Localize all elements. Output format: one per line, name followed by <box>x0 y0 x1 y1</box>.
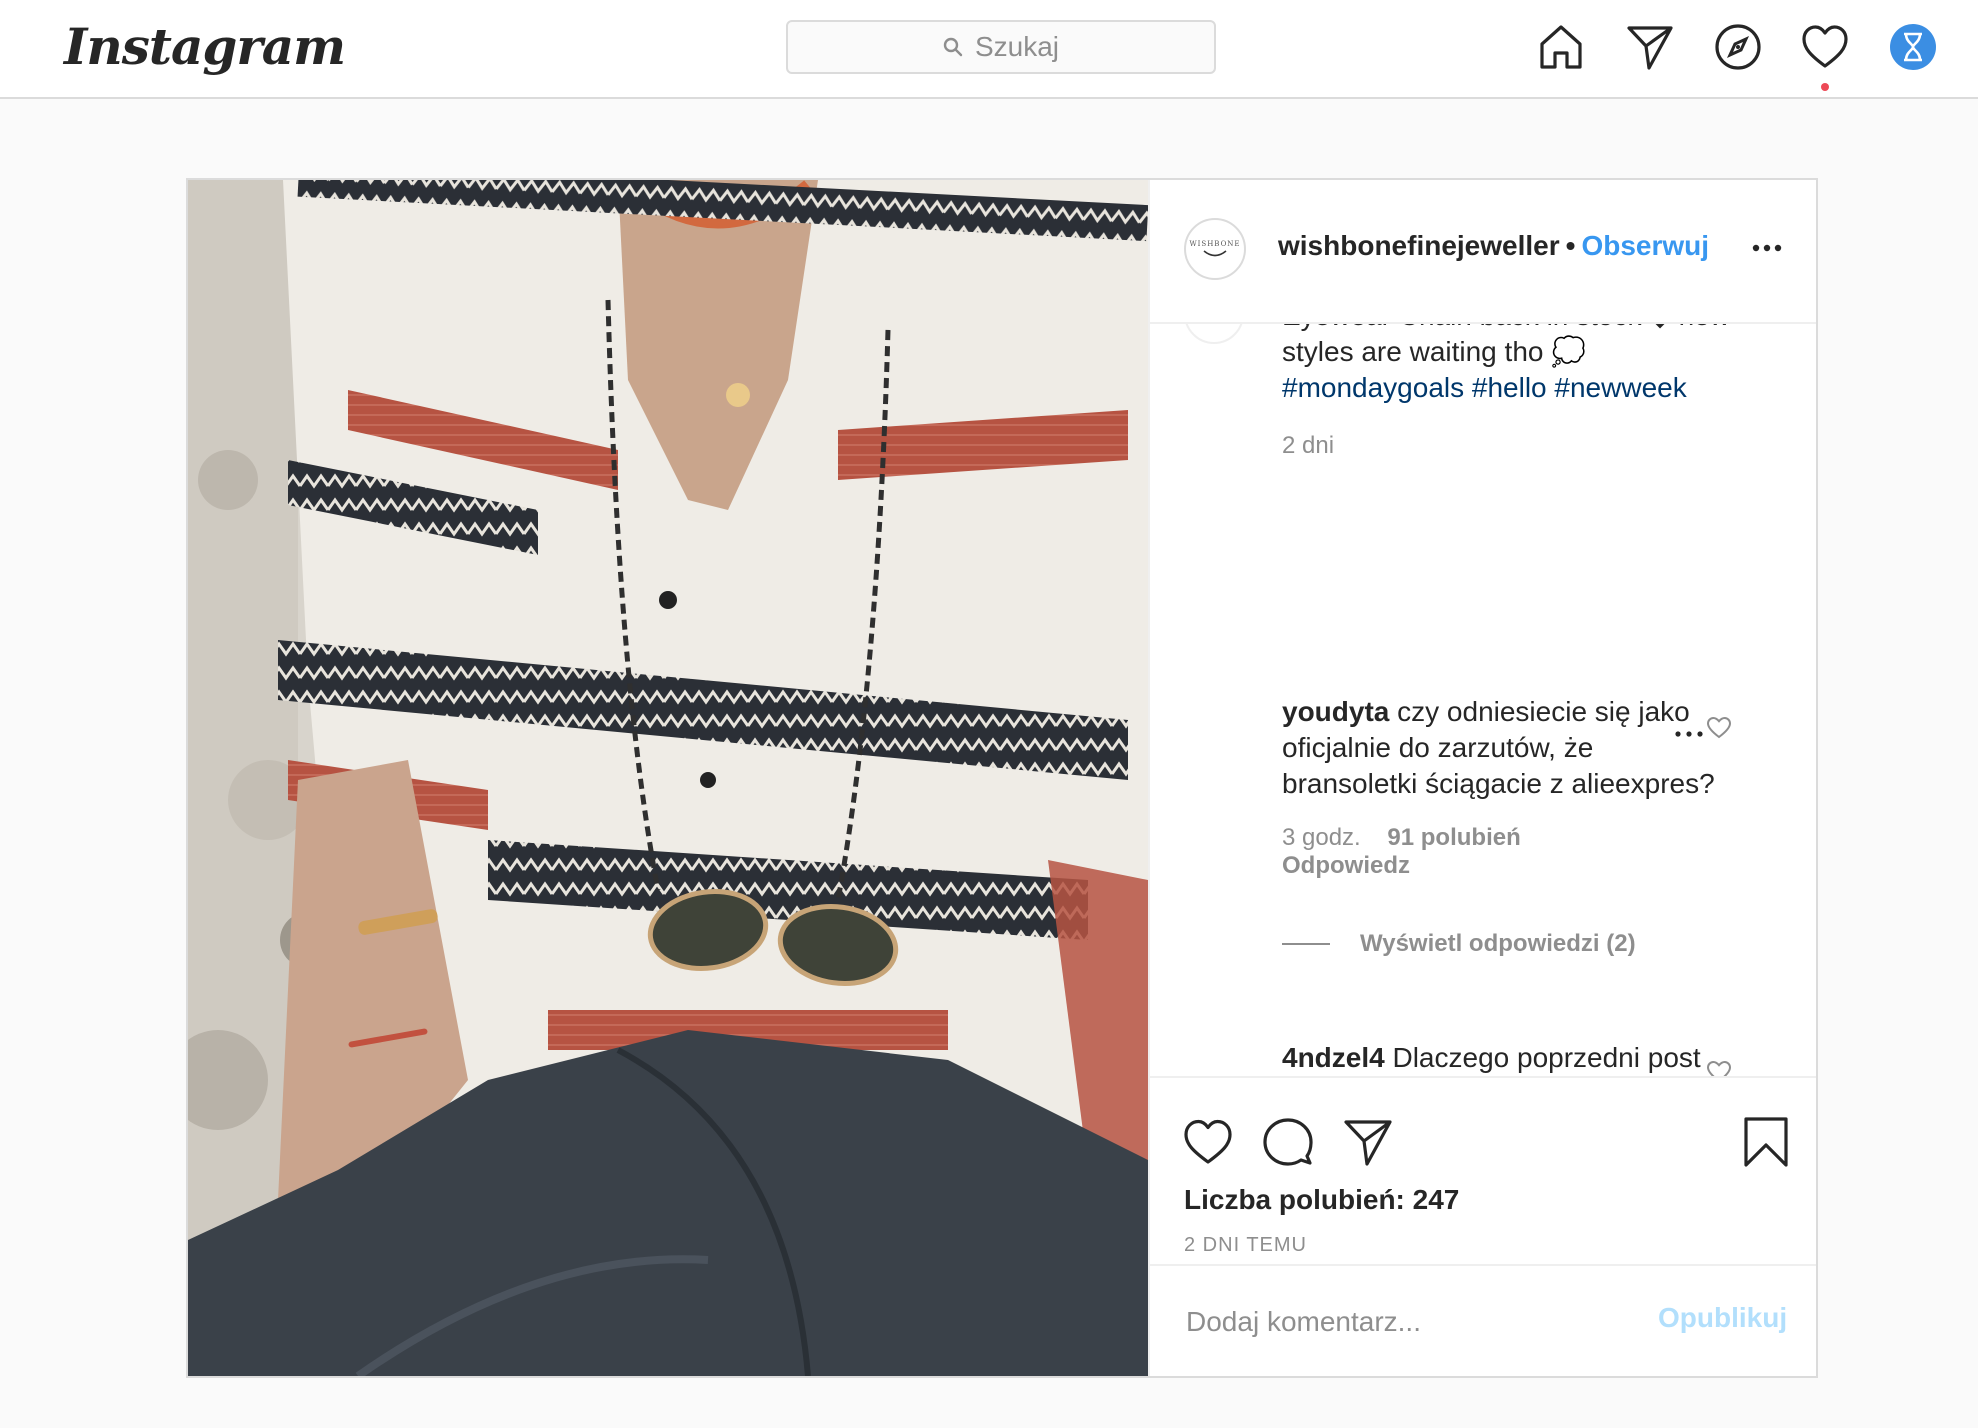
save-bookmark-icon[interactable] <box>1740 1116 1792 1168</box>
post-caption: Eyewear Chain back in stock ◆ new styles… <box>1282 324 1782 464</box>
account-avatar[interactable]: WISHBONE <box>1184 218 1246 280</box>
post-photo[interactable] <box>188 180 1148 1376</box>
comment-options-icon[interactable] <box>1674 726 1704 737</box>
hourglass-icon <box>1904 32 1922 62</box>
avatar-logo-text: WISHBONE <box>1189 240 1241 248</box>
caption-hashtags[interactable]: #mondaygoals #hello #newweek <box>1282 370 1782 406</box>
comment-like-heart-icon[interactable] <box>1706 716 1732 740</box>
like-heart-icon[interactable] <box>1182 1116 1234 1168</box>
publish-button[interactable]: Opublikuj <box>1658 1302 1787 1334</box>
comment-username[interactable]: youdyta <box>1282 696 1389 727</box>
view-replies-label: Wyświetl odpowiedzi (2) <box>1360 930 1636 957</box>
wishbone-logo-icon <box>1203 250 1227 257</box>
more-options-icon[interactable] <box>1752 236 1782 260</box>
follow-button[interactable]: Obserwuj <box>1581 230 1709 261</box>
post-card: WISHBONE wishbonefinejeweller•Obserwuj E… <box>186 178 1818 1378</box>
caption-line-2: styles are waiting tho 💭 <box>1282 336 1587 367</box>
direct-message-icon[interactable] <box>1625 22 1675 72</box>
account-line: wishbonefinejeweller • Obserwuj <box>1278 230 1709 262</box>
search-input[interactable]: Szukaj <box>786 20 1216 74</box>
view-replies-button[interactable]: Wyświetl odpowiedzi (2) <box>1282 930 1636 958</box>
instagram-logo[interactable]: Instagram <box>64 12 346 82</box>
share-direct-icon[interactable] <box>1342 1116 1394 1168</box>
caption-line-1: Eyewear Chain back in stock ◆ new <box>1282 324 1782 334</box>
account-username[interactable]: wishbonefinejeweller <box>1278 230 1560 261</box>
explore-compass-icon[interactable] <box>1713 22 1763 72</box>
caption-avatar <box>1184 324 1244 344</box>
comment-meta: 3 godz. 91 polubień Odpowiedz <box>1282 824 1722 880</box>
replies-divider-line <box>1282 943 1330 945</box>
post-header: WISHBONE wishbonefinejeweller • Obserwuj <box>1150 180 1816 324</box>
separator-dot: • <box>1565 230 1576 261</box>
post-actions: Liczba polubień: 247 2 DNI TEMU <box>1150 1076 1816 1262</box>
post-side-panel: WISHBONE wishbonefinejeweller•Obserwuj E… <box>1148 180 1816 1376</box>
post-timestamp: 2 DNI TEMU <box>1184 1234 1307 1256</box>
post-image-illustration <box>188 180 1148 1376</box>
search-placeholder: Szukaj <box>974 31 1060 62</box>
comment-username[interactable]: 4ndzel4 <box>1282 1042 1385 1073</box>
top-navigation-bar: Instagram Szukaj <box>0 0 1978 99</box>
comment-input[interactable] <box>1184 1296 1648 1348</box>
search-icon <box>943 37 963 57</box>
comment-likes[interactable]: 91 polubień <box>1387 824 1520 851</box>
comment-time: 3 godz. <box>1282 824 1361 851</box>
add-comment-form: Opublikuj <box>1150 1264 1816 1376</box>
caption-time: 2 dni <box>1282 432 1335 459</box>
likes-count[interactable]: Liczba polubień: 247 <box>1184 1184 1459 1216</box>
activity-heart-icon[interactable] <box>1800 22 1850 72</box>
home-icon[interactable] <box>1536 22 1586 72</box>
profile-avatar[interactable] <box>1890 24 1936 70</box>
reply-button[interactable]: Odpowiedz <box>1282 852 1410 879</box>
comment-item: youdyta czy odniesiecie się jako oficjal… <box>1282 694 1722 880</box>
notification-dot <box>1821 83 1829 91</box>
comment-bubble-icon[interactable] <box>1262 1116 1314 1168</box>
